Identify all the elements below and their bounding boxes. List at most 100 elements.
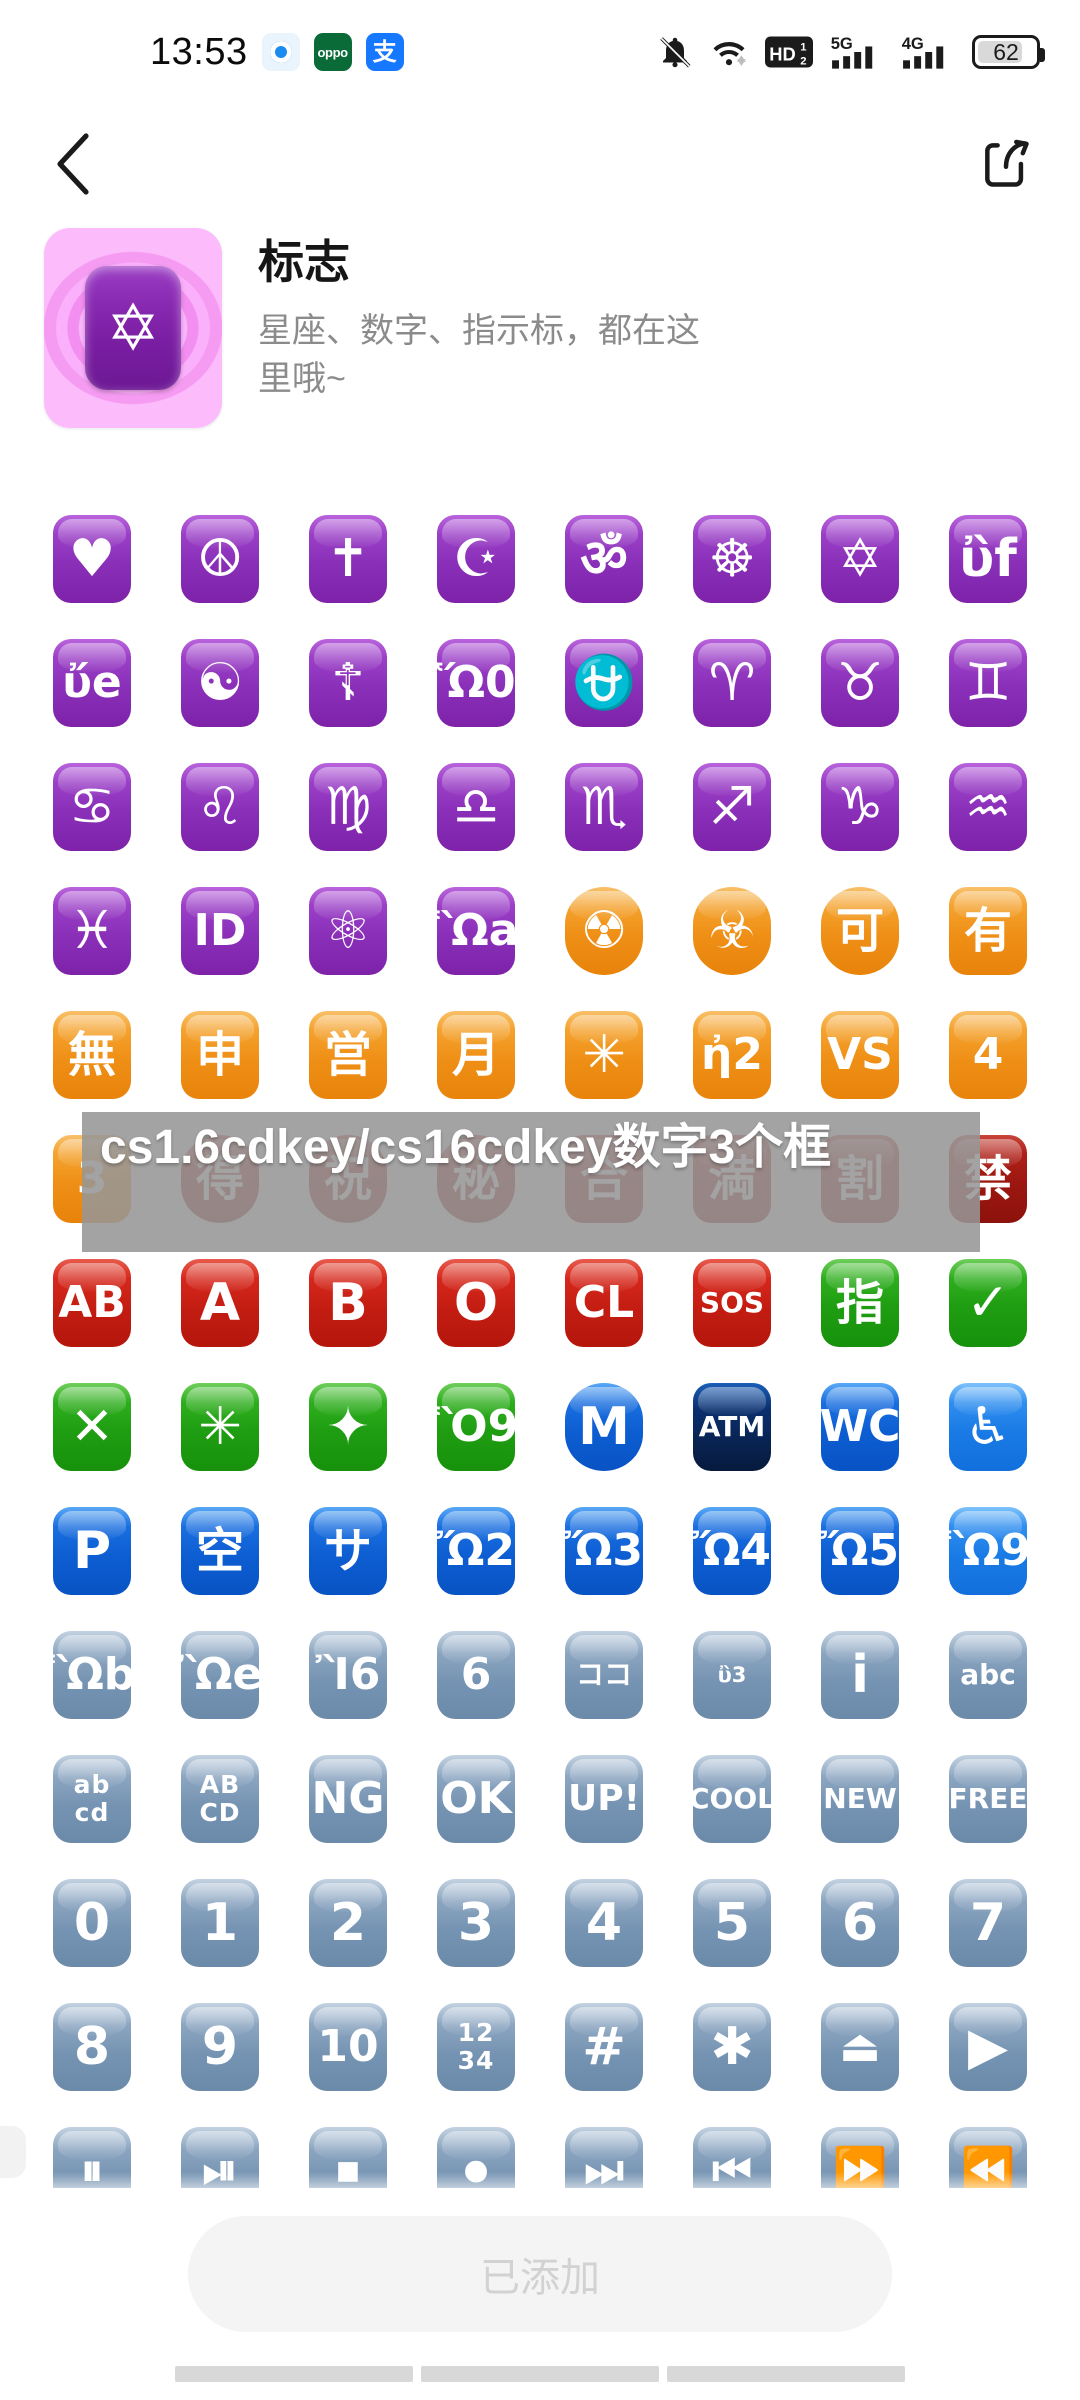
virgo-icon[interactable]: ♍	[309, 763, 387, 851]
cross-mark-button-icon[interactable]: ✕	[53, 1383, 131, 1471]
place-of-worship-icon[interactable]: Ὥ0	[437, 639, 515, 727]
scorpio-icon[interactable]: ♏	[565, 763, 643, 851]
atom-symbol-icon[interactable]: ⚛	[309, 887, 387, 975]
yin-yang-icon[interactable]: ☯	[181, 639, 259, 727]
emoji-cell[interactable]: 有	[924, 869, 1052, 993]
restroom-icon[interactable]: Ὣb	[53, 1631, 131, 1719]
emoji-cell[interactable]: Ὣa	[412, 869, 540, 993]
keycap-9-icon[interactable]: 9	[181, 2003, 259, 2091]
emoji-cell[interactable]: サ	[284, 1489, 412, 1613]
emoji-cell[interactable]: A	[156, 1241, 284, 1365]
emoji-cell[interactable]: ✓	[924, 1241, 1052, 1365]
emoji-cell[interactable]: ✕	[28, 1365, 156, 1489]
ng-button-icon[interactable]: NG	[309, 1755, 387, 1843]
keycap-2-icon[interactable]: 2	[309, 1879, 387, 1967]
emoji-cell[interactable]: ☦	[284, 621, 412, 745]
b-button-blood-type-icon[interactable]: B	[309, 1259, 387, 1347]
mens-room-icon[interactable]: Ὣ9	[949, 1507, 1027, 1595]
heart-decoration-icon[interactable]: ♥	[53, 515, 131, 603]
check-mark-button-icon[interactable]: ✓	[949, 1259, 1027, 1347]
emoji-cell[interactable]: Ὥ0	[412, 621, 540, 745]
emoji-cell[interactable]: ⛎	[540, 621, 668, 745]
baggage-claim-icon[interactable]: Ὤ4	[693, 1507, 771, 1595]
ab-button-blood-type-icon[interactable]: AB	[53, 1259, 131, 1347]
input-numbers-icon[interactable]: 12 34	[437, 2003, 515, 2091]
antenna-bars-icon[interactable]: ὏6	[437, 1631, 515, 1719]
emoji-cell[interactable]: 8	[28, 1985, 156, 2109]
emoji-cell[interactable]: ID	[156, 869, 284, 993]
eight-pointed-star-icon[interactable]: ✳	[565, 1011, 643, 1099]
emoji-cell[interactable]: ♐	[668, 745, 796, 869]
japanese-application-button-icon[interactable]: 申	[181, 1011, 259, 1099]
wheelchair-symbol-icon[interactable]: ♿	[949, 1383, 1027, 1471]
japanese-monthly-amount-button-icon[interactable]: 月	[437, 1011, 515, 1099]
nav-hint-2[interactable]	[421, 2366, 659, 2382]
cool-button-icon[interactable]: COOL	[693, 1755, 771, 1843]
womens-room-icon[interactable]: Ὣa	[437, 887, 515, 975]
emoji-cell[interactable]: UP!	[540, 1737, 668, 1861]
emoji-cell[interactable]: ☢	[540, 869, 668, 993]
emoji-cell[interactable]: 0	[28, 1861, 156, 1985]
emoji-cell[interactable]: FREE	[924, 1737, 1052, 1861]
emoji-cell[interactable]: ✡	[796, 497, 924, 621]
emoji-cell[interactable]: 2	[284, 1861, 412, 1985]
emoji-cell[interactable]: ♓	[28, 869, 156, 993]
emoji-cell[interactable]: 9	[156, 1985, 284, 2109]
emoji-cell[interactable]: abc	[924, 1613, 1052, 1737]
biohazard-icon[interactable]: ☣	[693, 887, 771, 975]
emoji-cell[interactable]: ココ	[540, 1613, 668, 1737]
japanese-acceptable-button-icon[interactable]: 可	[821, 887, 899, 975]
star-of-david-icon[interactable]: ✡	[821, 515, 899, 603]
atm-sign-icon[interactable]: ATM	[693, 1383, 771, 1471]
emoji-cell[interactable]: ☪	[412, 497, 540, 621]
emoji-cell[interactable]: ♍	[284, 745, 412, 869]
emoji-cell[interactable]: 5	[668, 1861, 796, 1985]
nav-hint-3[interactable]	[667, 2366, 905, 2382]
customs-icon[interactable]: Ὤ3	[565, 1507, 643, 1595]
keycap-7-icon[interactable]: 7	[949, 1879, 1027, 1967]
share-button[interactable]	[968, 126, 1044, 202]
peace-symbol-icon[interactable]: ☮	[181, 515, 259, 603]
p-button-parking-icon[interactable]: P	[53, 1507, 131, 1595]
emoji-cell[interactable]: NEW	[796, 1737, 924, 1861]
emoji-cell[interactable]: i	[796, 1613, 924, 1737]
emoji-cell[interactable]: ☯	[156, 621, 284, 745]
emoji-cell[interactable]: OK	[412, 1737, 540, 1861]
chart-increasing-with-yen-icon[interactable]: Ὃ9	[437, 1383, 515, 1471]
emoji-cell[interactable]: 可	[796, 869, 924, 993]
emoji-cell[interactable]: ♏	[540, 745, 668, 869]
play-button-icon[interactable]: ▶	[949, 2003, 1027, 2091]
japanese-service-charge-button-icon[interactable]: ἠ2	[693, 1011, 771, 1099]
emoji-cell[interactable]: SOS	[668, 1241, 796, 1365]
sos-button-icon[interactable]: SOS	[693, 1259, 771, 1347]
circled-m-icon[interactable]: M	[565, 1383, 643, 1471]
emoji-cell[interactable]: Ὣ9	[924, 1489, 1052, 1613]
input-latin-lowercase-icon[interactable]: abc	[949, 1631, 1027, 1719]
taurus-icon[interactable]: ♉	[821, 639, 899, 727]
japanese-vacancy-button-icon[interactable]: 空	[181, 1507, 259, 1595]
water-closet-icon[interactable]: WC	[821, 1383, 899, 1471]
japanese-service-button-icon[interactable]: サ	[309, 1507, 387, 1595]
emoji-cell[interactable]: COOL	[668, 1737, 796, 1861]
wheel-of-dharma-icon[interactable]: ☸	[693, 515, 771, 603]
emoji-cell[interactable]: 10	[284, 1985, 412, 2109]
radioactive-icon[interactable]: ☢	[565, 887, 643, 975]
emoji-cell[interactable]: ♈	[668, 621, 796, 745]
emoji-cell[interactable]: ✳	[156, 1365, 284, 1489]
emoji-cell[interactable]: ab cd	[28, 1737, 156, 1861]
aries-icon[interactable]: ♈	[693, 639, 771, 727]
keycap-4-icon[interactable]: 4	[565, 1879, 643, 1967]
emoji-cell[interactable]: 無	[28, 993, 156, 1117]
free-button-icon[interactable]: FREE	[949, 1755, 1027, 1843]
emoji-cell[interactable]: O	[412, 1241, 540, 1365]
emoji-cell[interactable]: ▶	[924, 1985, 1052, 2109]
eight-spoked-asterisk-icon[interactable]: ✳	[181, 1383, 259, 1471]
libra-icon[interactable]: ♎	[437, 763, 515, 851]
emoji-cell[interactable]: ⏏	[796, 1985, 924, 2109]
emoji-cell[interactable]: ☣	[668, 869, 796, 993]
emoji-cell[interactable]: ὒf	[924, 497, 1052, 621]
emoji-cell[interactable]: 指	[796, 1241, 924, 1365]
emoji-cell[interactable]: P	[28, 1489, 156, 1613]
menorah-icon[interactable]: ὔe	[53, 639, 131, 727]
cl-button-icon[interactable]: CL	[565, 1259, 643, 1347]
